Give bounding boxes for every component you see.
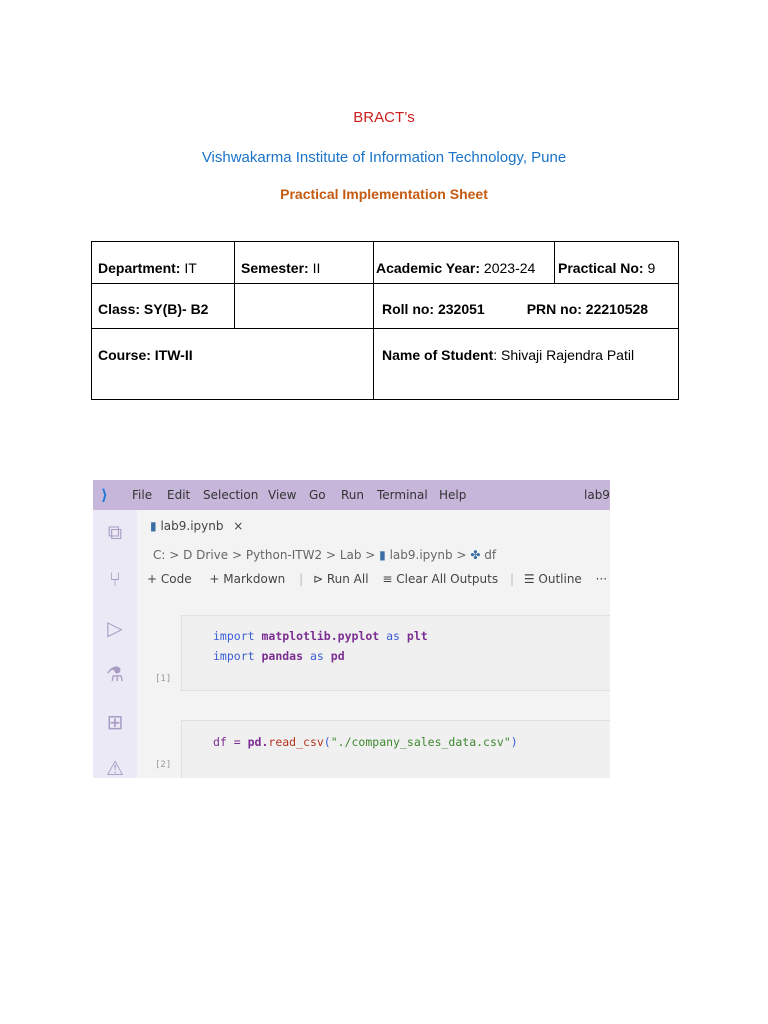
clear-outputs-button[interactable]: ≡ Clear All Outputs	[382, 572, 498, 586]
code-line: df = pd.read_csv("./company_sales_data.c…	[213, 735, 518, 749]
execution-count: [1]	[155, 674, 172, 684]
empty-cell	[234, 283, 374, 329]
menu-help[interactable]: Help	[439, 488, 466, 502]
roll-prn-cell: Roll no: 232051 PRN no: 22210528	[373, 283, 679, 329]
testing-flask-icon[interactable]: ⚗	[103, 662, 127, 686]
problems-warning-icon[interactable]: ⚠	[103, 756, 127, 778]
breadcrumb: C: > D Drive > Python-ITW2 > Lab > ▮ lab…	[153, 548, 497, 562]
menu-file[interactable]: File	[132, 488, 152, 502]
org-name: BRACT’s	[353, 109, 415, 126]
semester-cell: Semester: II	[234, 241, 374, 284]
vscode-logo-icon: ⟩	[101, 486, 108, 504]
explorer-icon[interactable]: ⧉	[103, 520, 127, 544]
run-debug-icon[interactable]: ▷	[103, 616, 127, 640]
student-name-cell: Name of Student: Shivaji Rajendra Patil	[373, 328, 679, 400]
menu-selection[interactable]: Selection	[203, 488, 258, 502]
code-line: import pandas as pd	[213, 649, 345, 663]
outline-icon: ☰	[523, 572, 535, 586]
clear-icon: ≡	[382, 572, 393, 586]
tab-lab9[interactable]: ▮ lab9.ipynb ×	[150, 519, 243, 533]
outline-button[interactable]: ☰ Outline	[524, 572, 582, 586]
close-tab-icon[interactable]: ×	[233, 519, 243, 533]
source-control-icon[interactable]: ⑂	[103, 567, 127, 591]
sheet-title: Practical Implementation Sheet	[280, 186, 488, 202]
course-cell: Course: ITW-II	[91, 328, 374, 400]
python-icon: ✤	[470, 548, 481, 562]
notebook-icon: ▮	[150, 519, 157, 533]
institute-name: Vishwakarma Institute of Information Tec…	[201, 149, 567, 166]
menu-go[interactable]: Go	[309, 488, 326, 502]
extensions-icon[interactable]: ⊞	[103, 710, 127, 734]
window-title: lab9.i	[584, 488, 610, 502]
add-markdown-button[interactable]: + Markdown	[209, 572, 285, 586]
year-cell: Academic Year: 2023-24	[373, 241, 555, 284]
notebook-toolbar: + Code + Markdown | ⊳ Run All ≡ Clear Al…	[147, 572, 608, 586]
menu-run[interactable]: Run	[341, 488, 364, 502]
more-actions-button[interactable]: ···	[596, 572, 607, 586]
practical-cell: Practical No: 9	[554, 241, 679, 284]
add-code-button[interactable]: + Code	[147, 572, 192, 586]
run-all-button[interactable]: ⊳ Run All	[313, 572, 369, 586]
menu-terminal[interactable]: Terminal	[377, 488, 428, 502]
run-all-icon: ⊳	[312, 572, 324, 586]
vscode-screenshot: ⟩ File Edit Selection View Go Run Termin…	[93, 480, 610, 778]
department-cell: Department: IT	[91, 241, 235, 284]
code-cell-2[interactable]	[181, 720, 610, 778]
code-line: import matplotlib.pyplot as plt	[213, 629, 428, 643]
class-cell: Class: SY(B)- B2	[91, 283, 235, 329]
menu-edit[interactable]: Edit	[167, 488, 190, 502]
execution-count: [2]	[155, 760, 172, 770]
activity-bar: ⧉ ⑂ ▷ ⚗ ⊞ ⚠	[93, 510, 137, 778]
menu-view[interactable]: View	[268, 488, 296, 502]
menu-bar: ⟩ File Edit Selection View Go Run Termin…	[93, 480, 610, 510]
